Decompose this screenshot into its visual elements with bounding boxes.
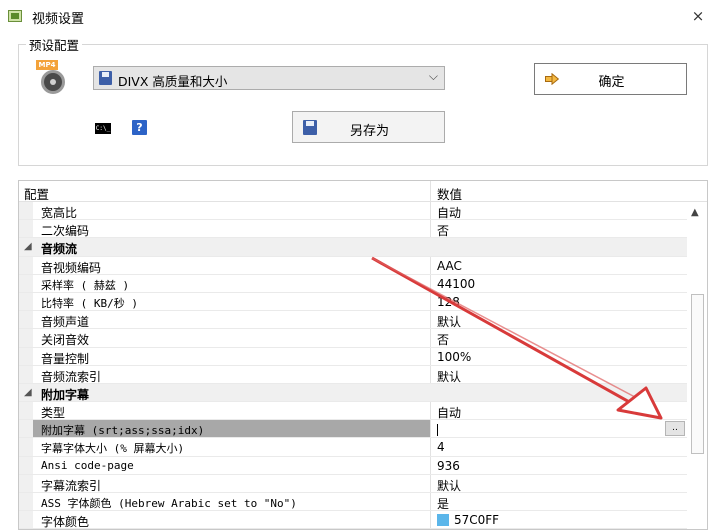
property-name: 音频流 bbox=[41, 242, 78, 257]
property-name: 音视频编码 bbox=[41, 260, 102, 275]
ok-button-label: 确定 bbox=[598, 75, 625, 90]
property-row[interactable]: 类型 自动 bbox=[19, 402, 687, 421]
property-value[interactable]: 默认 bbox=[437, 313, 461, 330]
mp4-file-icon: MP4 bbox=[36, 60, 66, 96]
property-row[interactable]: 音量控制 100% bbox=[19, 347, 687, 366]
preset-group-label: 预设配置 bbox=[26, 35, 83, 54]
category-row[interactable]: ◢ 音频流 bbox=[19, 238, 687, 257]
grid-header-value: 数值 bbox=[437, 187, 463, 202]
property-value[interactable]: 100% bbox=[437, 350, 471, 364]
property-name: 类型 bbox=[41, 406, 66, 421]
property-value[interactable]: 否 bbox=[437, 222, 449, 239]
property-row[interactable]: 宽高比 自动 bbox=[19, 202, 687, 221]
property-name: ASS 字体颜色 (Hebrew Arabic set to "No") bbox=[41, 497, 297, 510]
property-name: 字幕流索引 bbox=[41, 478, 102, 493]
vertical-scrollbar[interactable]: ▲ bbox=[687, 202, 707, 529]
property-name: 音频声道 bbox=[41, 315, 90, 330]
collapse-triangle-icon[interactable]: ◢ bbox=[24, 387, 32, 398]
property-name: 比特率 ( KB/秒 ) bbox=[41, 296, 138, 310]
window-title: 视频设置 bbox=[32, 12, 85, 27]
property-name: 采样率 ( 赫兹 ) bbox=[41, 278, 130, 292]
property-row[interactable]: 字幕字体大小 (% 屏幕大小) 4 bbox=[19, 438, 687, 457]
floppy-icon bbox=[99, 71, 112, 85]
property-row[interactable]: ASS 字体颜色 (Hebrew Arabic set to "No") 是 bbox=[19, 493, 687, 512]
property-row[interactable]: 音视频编码 AAC bbox=[19, 256, 687, 275]
grid-header: 配置 数值 bbox=[19, 181, 707, 202]
property-rows: 宽高比 自动 二次编码否 ◢ 音频流 音视频编码 AAC 采样率 ( 赫兹 ) 44100 比特率… bbox=[19, 202, 687, 529]
property-name: 附加字幕 bbox=[41, 387, 90, 402]
color-swatch bbox=[437, 513, 449, 526]
property-row[interactable]: 比特率 ( KB/秒 ) 128 bbox=[19, 292, 687, 312]
help-icon[interactable]: ? bbox=[132, 120, 147, 135]
property-name: 附加字幕 (srt;ass;ssa;idx) bbox=[33, 420, 431, 438]
property-value[interactable]: 128 bbox=[437, 295, 460, 309]
property-row[interactable]: Ansi code-page 936 bbox=[19, 456, 687, 475]
property-row[interactable]: 字体颜色 57C0FF bbox=[19, 511, 687, 529]
property-name: 宽高比 bbox=[41, 206, 78, 220]
property-row[interactable]: 音频声道 默认 bbox=[19, 311, 687, 330]
property-row[interactable]: 关闭音效 否 bbox=[19, 329, 687, 348]
property-row[interactable]: 字幕流索引 默认 bbox=[19, 474, 687, 494]
save-as-button[interactable]: 另存为 bbox=[292, 111, 445, 143]
property-value[interactable]: 4 bbox=[437, 440, 445, 454]
grid-header-name: 配置 bbox=[24, 187, 50, 202]
property-name: 音频流索引 bbox=[41, 369, 102, 384]
save-as-button-label: 另存为 bbox=[349, 124, 389, 139]
preset-dropdown[interactable]: DIVX 高质量和大小 ⌵ bbox=[93, 66, 445, 90]
property-name: 二次编码 bbox=[41, 224, 90, 239]
property-row[interactable]: 二次编码 否 bbox=[19, 220, 687, 239]
property-name: Ansi code-page bbox=[41, 458, 134, 472]
scroll-thumb[interactable] bbox=[691, 294, 704, 454]
collapse-triangle-icon[interactable]: ◢ bbox=[24, 241, 32, 252]
category-row[interactable]: ◢ 附加字幕 bbox=[19, 383, 687, 403]
title-bar: 视频设置 × bbox=[0, 0, 720, 32]
ok-button[interactable]: 确定 bbox=[534, 63, 687, 95]
property-value[interactable]: 否 bbox=[437, 331, 449, 348]
chevron-down-icon: ⌵ bbox=[428, 69, 438, 83]
command-prompt-icon[interactable]: C:\_ bbox=[95, 123, 111, 134]
property-value[interactable]: 默认 bbox=[437, 477, 461, 494]
browse-button[interactable]: .. bbox=[665, 421, 685, 437]
property-value[interactable]: 默认 bbox=[437, 368, 461, 385]
property-name: 关闭音效 bbox=[41, 333, 90, 348]
property-name: 字幕字体大小 (% 屏幕大小) bbox=[41, 442, 185, 456]
property-value[interactable]: 是 bbox=[437, 495, 449, 512]
property-row[interactable]: 采样率 ( 赫兹 ) 44100 bbox=[19, 274, 687, 293]
property-value[interactable]: 自动 bbox=[437, 404, 461, 421]
app-icon bbox=[8, 10, 22, 22]
property-value[interactable]: 936 bbox=[437, 459, 460, 473]
property-row[interactable]: 附加字幕 (srt;ass;ssa;idx).. bbox=[19, 420, 687, 439]
text-cursor bbox=[437, 423, 438, 436]
property-name: 字体颜色 bbox=[41, 515, 90, 530]
property-value[interactable]: 44100 bbox=[437, 277, 475, 291]
scroll-up-icon[interactable]: ▲ bbox=[691, 207, 699, 218]
property-grid: 配置 数值 宽高比 自动 二次编码否 ◢ 音频流 音视频编码 AAC 采样率 ( 赫兹 ) 44… bbox=[18, 180, 708, 530]
property-name: 音量控制 bbox=[41, 351, 90, 366]
property-value[interactable]: 自动 bbox=[437, 204, 461, 221]
color-value-text: 57C0FF bbox=[454, 513, 500, 528]
property-value[interactable] bbox=[437, 422, 438, 436]
preset-dropdown-value: DIVX 高质量和大小 bbox=[118, 74, 228, 89]
property-row[interactable]: 音频流索引 默认 bbox=[19, 365, 687, 385]
property-value[interactable]: 57C0FF bbox=[437, 513, 499, 527]
close-button[interactable]: × bbox=[690, 7, 706, 25]
property-value[interactable]: AAC bbox=[437, 259, 462, 273]
